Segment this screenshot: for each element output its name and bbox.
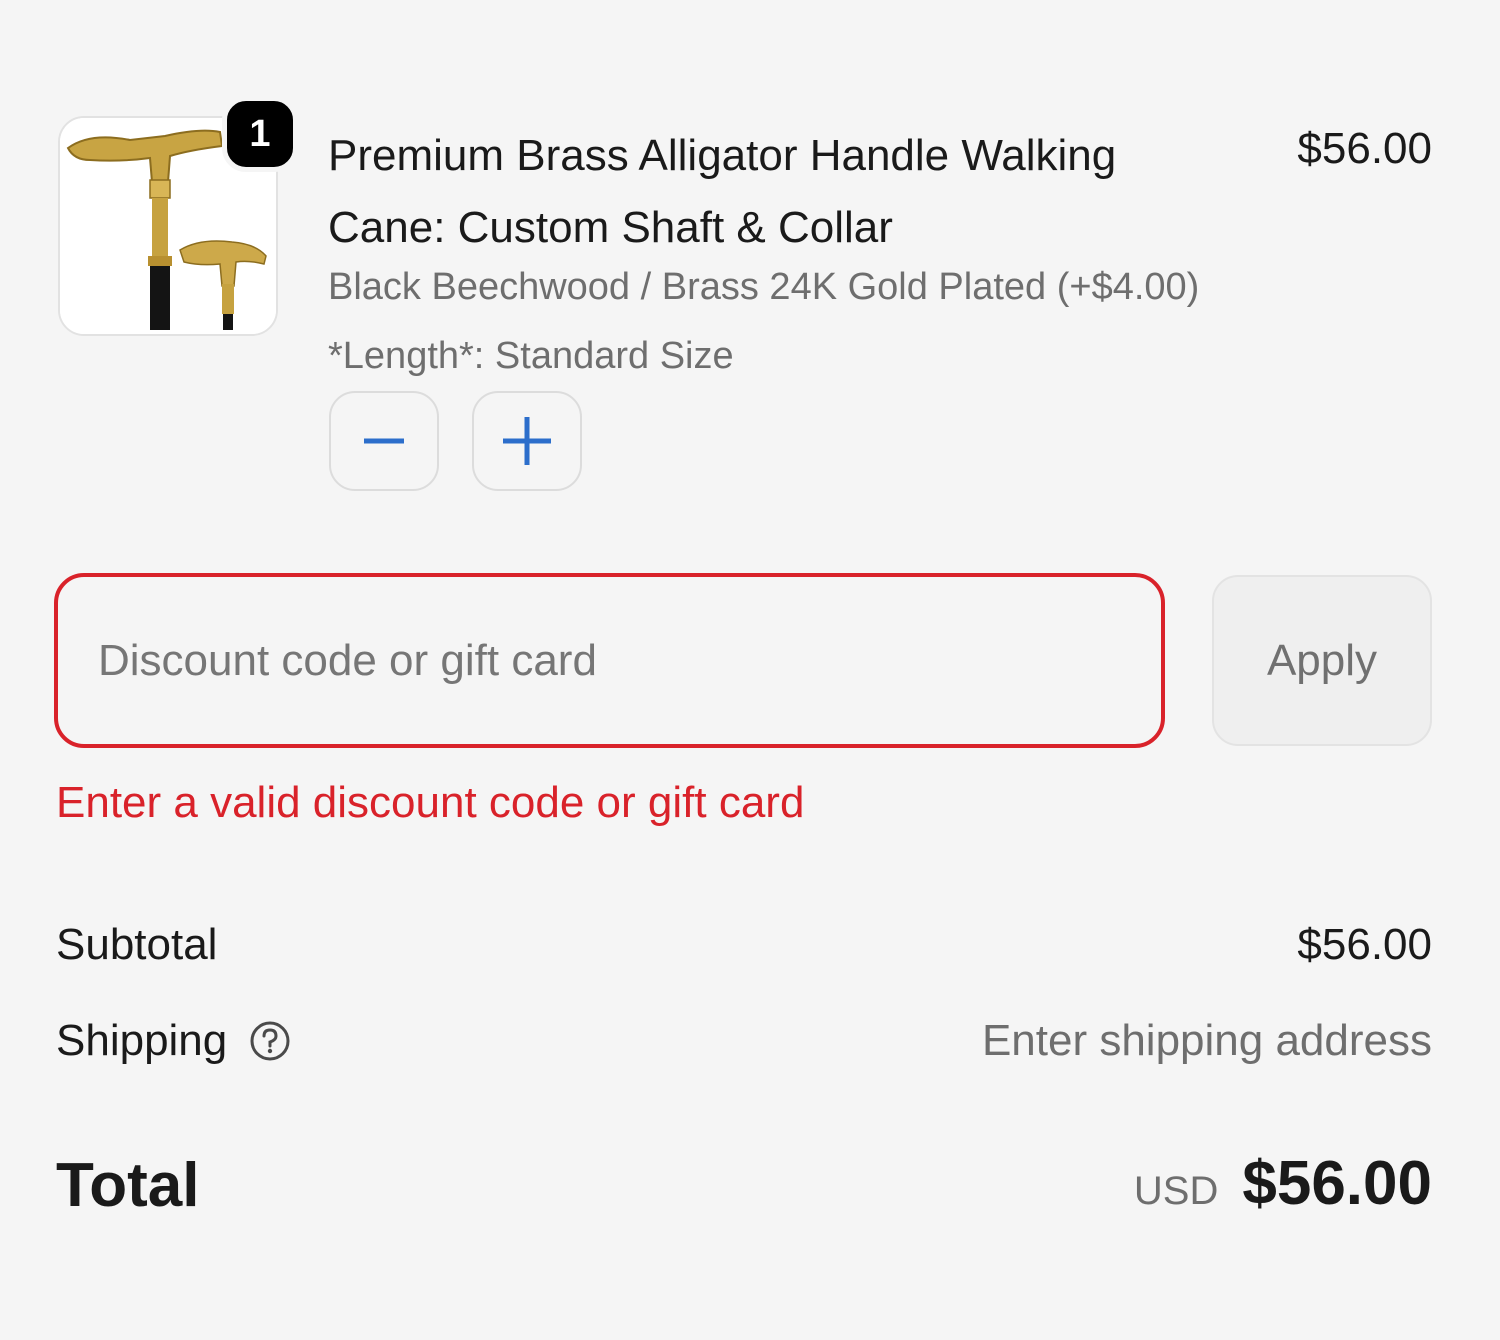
shipping-row-label: Shipping	[56, 1016, 291, 1066]
total-amount: $56.00	[1242, 1149, 1432, 1218]
decrease-quantity-button[interactable]	[329, 391, 439, 491]
product-variant: Black Beechwood / Brass 24K Gold Plated …	[328, 266, 1200, 308]
currency-code: USD	[1133, 1169, 1219, 1213]
discount-error-message: Enter a valid discount code or gift card	[56, 778, 805, 827]
plus-icon	[503, 417, 551, 465]
quantity-badge: 1	[222, 96, 298, 172]
apply-discount-button[interactable]: Apply	[1212, 575, 1432, 746]
question-circle-icon[interactable]	[249, 1020, 291, 1062]
increase-quantity-button[interactable]	[472, 391, 582, 491]
total-label: Total	[56, 1151, 200, 1220]
order-summary: 1 Premium Brass Alligator Handle Walking…	[0, 0, 1500, 1340]
minus-icon	[364, 438, 404, 444]
product-price: $56.00	[1297, 124, 1432, 173]
subtotal-value: $56.00	[1297, 920, 1432, 969]
shipping-label: Shipping	[56, 1016, 228, 1065]
discount-code-input[interactable]	[54, 573, 1165, 748]
product-title: Premium Brass Alligator Handle Walking C…	[328, 131, 1117, 252]
product-length-option: *Length*: Standard Size	[328, 335, 734, 377]
shipping-value: Enter shipping address	[981, 1016, 1432, 1065]
total-value-group: USD $56.00	[1134, 1148, 1432, 1219]
promo-banner-partial	[76, 1312, 1476, 1340]
subtotal-label: Subtotal	[56, 920, 218, 969]
